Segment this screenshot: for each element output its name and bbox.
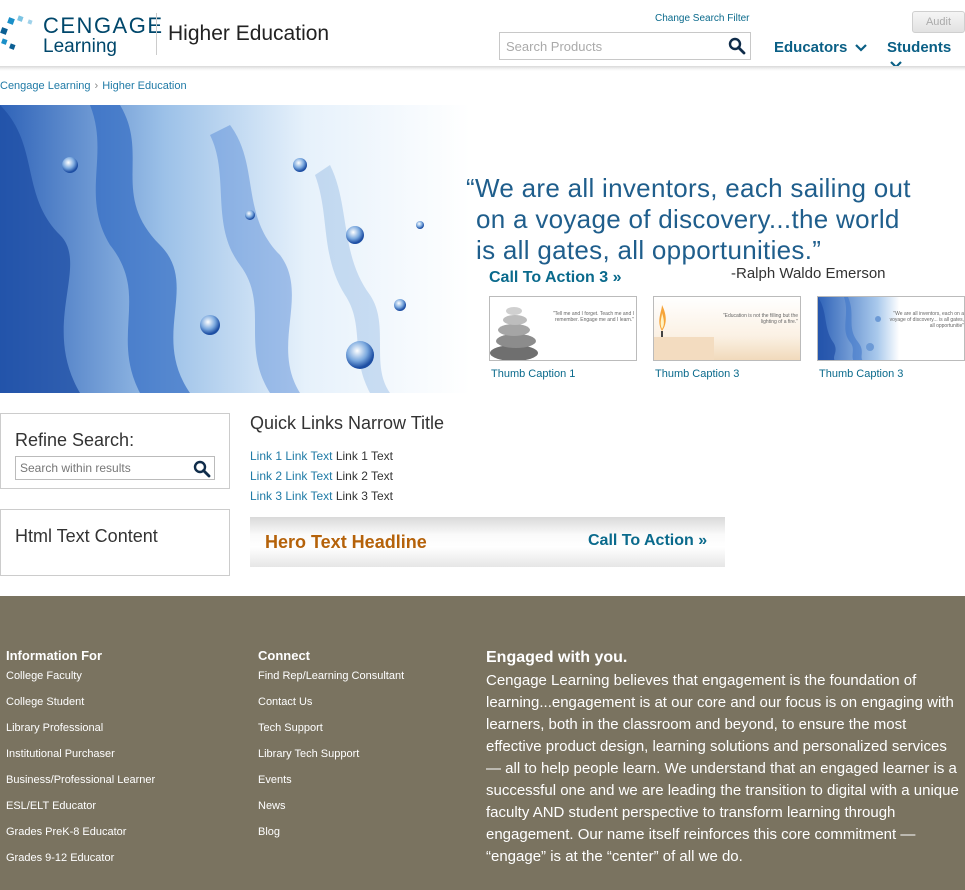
candle-thumbnail-image [654, 297, 800, 360]
nav-educators[interactable]: Educators [774, 39, 867, 56]
thumbnail-2[interactable]: "Education is not the filling but the li… [653, 296, 801, 361]
footer-link-esl-elt-educator[interactable]: ESL/ELT Educator [6, 793, 155, 819]
thumbnail-2-quote: "Education is not the filling but the li… [722, 313, 798, 325]
footer-link-college-faculty[interactable]: College Faculty [6, 663, 155, 689]
search-icon[interactable] [728, 37, 746, 55]
hero-quote: “We are all inventors, each sailing out … [466, 173, 965, 266]
quick-link-item: Link 1 Link Text Link 1 Text [250, 446, 393, 466]
footer-link-library-professional[interactable]: Library Professional [6, 715, 155, 741]
header-shadow [0, 66, 965, 71]
double-chevron-right-icon: » [698, 532, 708, 549]
site-footer: Information For College Faculty College … [0, 596, 965, 890]
search-icon[interactable] [193, 460, 211, 478]
footer-link-events[interactable]: Events [258, 767, 404, 793]
footer-link-news[interactable]: News [258, 793, 404, 819]
quick-link-2-text: Link 2 Text [335, 469, 393, 483]
hero-banner: “We are all inventors, each sailing out … [0, 105, 965, 393]
html-text-content: Html Text Content [15, 526, 158, 546]
thumbnail-1[interactable]: "Tell me and I forget. Teach me and I re… [489, 296, 637, 361]
breadcrumb: Cengage Learning › Higher Education [0, 80, 187, 92]
stones-thumbnail-image [490, 297, 636, 360]
audit-button[interactable]: Audit [912, 11, 965, 33]
footer-link-college-student[interactable]: College Student [6, 689, 155, 715]
hero-text-headline: Hero Text Headline [265, 532, 427, 552]
breadcrumb-item-home[interactable]: Cengage Learning [0, 80, 91, 92]
quick-link-item: Link 2 Link Text Link 2 Text [250, 466, 393, 486]
hero-text-bar: Hero Text Headline Call To Action » [250, 517, 725, 567]
cengage-logo-mark-icon [0, 15, 33, 50]
footer-link-tech-support[interactable]: Tech Support [258, 715, 404, 741]
nav-educators-label: Educators [774, 39, 848, 56]
call-to-action-link[interactable]: Call To Action » [588, 532, 707, 550]
quick-link-2[interactable]: Link 2 Link Text [250, 469, 333, 483]
thumbnail-1-quote: "Tell me and I forget. Teach me and I re… [552, 311, 634, 323]
footer-link-blog[interactable]: Blog [258, 819, 404, 845]
engaged-title: Engaged with you. [486, 649, 628, 666]
cengage-logo[interactable]: CENGAGE Learning [0, 10, 162, 60]
footer-link-library-tech-support[interactable]: Library Tech Support [258, 741, 404, 767]
thumbnail-3-caption[interactable]: Thumb Caption 3 [819, 368, 903, 380]
hero-quote-line-2: on a voyage of discovery...the world [476, 204, 900, 234]
engaged-body: Cengage Learning believes that engagemen… [486, 672, 959, 865]
refine-search-title: Refine Search: [15, 430, 135, 450]
html-text-content-box: Html Text Content [0, 509, 230, 576]
site-header: CENGAGE Learning Higher Education Change… [0, 0, 965, 69]
footer-connect-list: Find Rep/Learning Consultant Contact Us … [258, 663, 404, 845]
product-search-input[interactable] [500, 33, 720, 59]
footer-link-9-12-educator[interactable]: Grades 9-12 Educator [6, 845, 155, 871]
division-title: Higher Education [168, 22, 330, 45]
change-search-filter-link[interactable]: Change Search Filter [655, 13, 750, 24]
footer-link-business-learner[interactable]: Business/Professional Learner [6, 767, 155, 793]
nav-students-label: Students [887, 39, 952, 56]
quick-link-3-text: Link 3 Text [335, 489, 393, 503]
logo-divider [156, 13, 157, 55]
double-chevron-right-icon: » [612, 269, 622, 286]
refine-search-panel: Refine Search: [0, 413, 230, 489]
quick-link-3[interactable]: Link 3 Link Text [250, 489, 333, 503]
call-to-action-3-link[interactable]: Call To Action 3 » [489, 269, 621, 287]
thumbnail-1-caption[interactable]: Thumb Caption 1 [491, 368, 575, 380]
thumbnail-2-caption[interactable]: Thumb Caption 3 [655, 368, 739, 380]
chevron-down-icon [854, 44, 867, 52]
quick-links-list: Link 1 Link Text Link 1 Text Link 2 Link… [250, 446, 393, 506]
call-to-action-3-label: Call To Action 3 [489, 269, 609, 286]
refine-search-box [15, 456, 215, 480]
footer-information-for-list: College Faculty College Student Library … [6, 663, 155, 871]
product-search-box [499, 32, 751, 60]
logo-wordmark-bottom: Learning [43, 36, 117, 57]
hero-quote-line-3: is all gates, all opportunities.” [476, 235, 822, 265]
quick-link-item: Link 3 Link Text Link 3 Text [250, 486, 393, 506]
footer-link-contact-us[interactable]: Contact Us [258, 689, 404, 715]
breadcrumb-separator-icon: › [94, 80, 99, 92]
refine-search-input[interactable] [16, 457, 186, 479]
hero-quote-line-1: “We are all inventors, each sailing out [466, 173, 911, 203]
quick-links-title: Quick Links Narrow Title [250, 413, 445, 433]
breadcrumb-item-higher-ed[interactable]: Higher Education [102, 80, 186, 92]
footer-link-prek8-educator[interactable]: Grades PreK-8 Educator [6, 819, 155, 845]
thumbnail-3-quote: "We are all inventors, each on a voyage … [889, 311, 964, 329]
quick-link-1[interactable]: Link 1 Link Text [250, 449, 333, 463]
water-thumbnail-image [818, 297, 964, 360]
quote-attribution: -Ralph Waldo Emerson [731, 265, 886, 282]
water-splash-image [0, 105, 470, 393]
footer-connect-title: Connect [258, 648, 310, 663]
footer-link-institutional-purchaser[interactable]: Institutional Purchaser [6, 741, 155, 767]
call-to-action-label: Call To Action [588, 532, 694, 549]
footer-information-for-title: Information For [6, 648, 103, 663]
footer-link-find-rep[interactable]: Find Rep/Learning Consultant [258, 663, 404, 689]
thumbnail-3[interactable]: "We are all inventors, each on a voyage … [817, 296, 965, 361]
quick-link-1-text: Link 1 Text [335, 449, 393, 463]
